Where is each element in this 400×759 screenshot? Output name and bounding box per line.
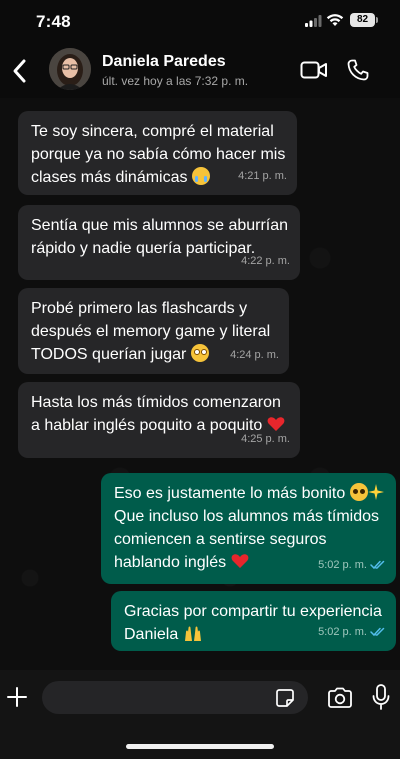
- last-seen-status: últ. vez hoy a las 7:32 p. m.: [102, 74, 249, 88]
- message-line: Que incluso los alumnos más tímidos: [114, 508, 379, 525]
- phone-icon[interactable]: [346, 58, 370, 82]
- message-line: TODOS querían jugar: [31, 346, 187, 363]
- double-check-icon: [370, 560, 385, 570]
- flushed-face-icon: [190, 344, 209, 362]
- message-line: Hasta los más tímidos comenzaron: [31, 394, 281, 411]
- message-line: porque ya no sabía cómo hacer mis: [31, 146, 286, 163]
- message-line: Daniela: [124, 626, 179, 643]
- message-outgoing[interactable]: Eso es justamente lo más bonito Que incl…: [101, 473, 396, 584]
- message-input[interactable]: [54, 681, 268, 716]
- pleading-face-icon: [349, 483, 368, 501]
- message-incoming[interactable]: Hasta los más tímidos comenzaron a habla…: [18, 382, 300, 458]
- status-time: 7:48: [36, 12, 71, 31]
- plus-icon[interactable]: [6, 686, 28, 708]
- video-camera-icon[interactable]: [300, 60, 328, 80]
- avatar[interactable]: [49, 48, 91, 90]
- message-line: Gracias por compartir tu experiencia: [124, 603, 382, 620]
- microphone-icon[interactable]: [371, 684, 391, 711]
- sticker-icon[interactable]: [275, 688, 295, 708]
- message-line: después el memory game y literal: [31, 323, 271, 340]
- message-time: 5:02 p. m.: [318, 621, 386, 644]
- crying-face-icon: [191, 167, 210, 185]
- message-line: Sentía que mis alumnos se aburrían: [31, 217, 289, 234]
- double-check-icon: [370, 627, 385, 637]
- message-time: 4:21 p. m.: [238, 170, 287, 182]
- composer-bar: [0, 670, 400, 759]
- raising-hands-icon: [184, 626, 201, 641]
- message-line: hablando inglés: [114, 554, 227, 571]
- battery-indicator: 82: [350, 13, 375, 27]
- message-time: 4:24 p. m.: [230, 349, 279, 361]
- battery-tip: [376, 17, 378, 23]
- avatar-photo: [49, 48, 91, 90]
- message-line: Eso es justamente lo más bonito: [114, 485, 346, 502]
- message-input-container[interactable]: [42, 681, 308, 716]
- message-incoming[interactable]: Te soy sincera, compré el material porqu…: [18, 111, 297, 195]
- message-line: Te soy sincera, compré el material: [31, 123, 274, 140]
- message-line: a hablar inglés poquito a poquito: [31, 417, 263, 434]
- message-time-label: 5:02 p. m.: [318, 559, 367, 571]
- message-outgoing[interactable]: Gracias por compartir tu experiencia Dan…: [111, 591, 396, 651]
- home-indicator: [126, 744, 274, 749]
- contact-name[interactable]: Daniela Paredes: [102, 53, 226, 71]
- message-time: 5:02 p. m.: [318, 554, 386, 577]
- signal-icon: [305, 15, 322, 27]
- message-time: 4:25 p. m.: [241, 433, 290, 445]
- chevron-left-icon[interactable]: [10, 57, 30, 85]
- chat-header: Daniela Paredes últ. vez hoy a las 7:32 …: [0, 44, 400, 98]
- message-line: comiencen a sentirse seguros: [114, 531, 327, 548]
- message-line: Probé primero las flashcards y: [31, 300, 248, 317]
- message-incoming[interactable]: Sentía que mis alumnos se aburrían rápid…: [18, 205, 300, 280]
- camera-icon[interactable]: [327, 687, 353, 708]
- message-incoming[interactable]: Probé primero las flashcards y después e…: [18, 288, 289, 374]
- message-time: 4:22 p. m.: [241, 255, 290, 267]
- wifi-icon: [326, 14, 344, 26]
- sparkles-icon: [367, 484, 384, 500]
- chat-messages[interactable]: Te soy sincera, compré el material porqu…: [0, 98, 400, 670]
- message-line: clases más dinámicas: [31, 169, 188, 186]
- message-time-label: 5:02 p. m.: [318, 626, 367, 638]
- status-bar: 7:48 82: [0, 0, 400, 44]
- red-heart-icon: [231, 554, 248, 568]
